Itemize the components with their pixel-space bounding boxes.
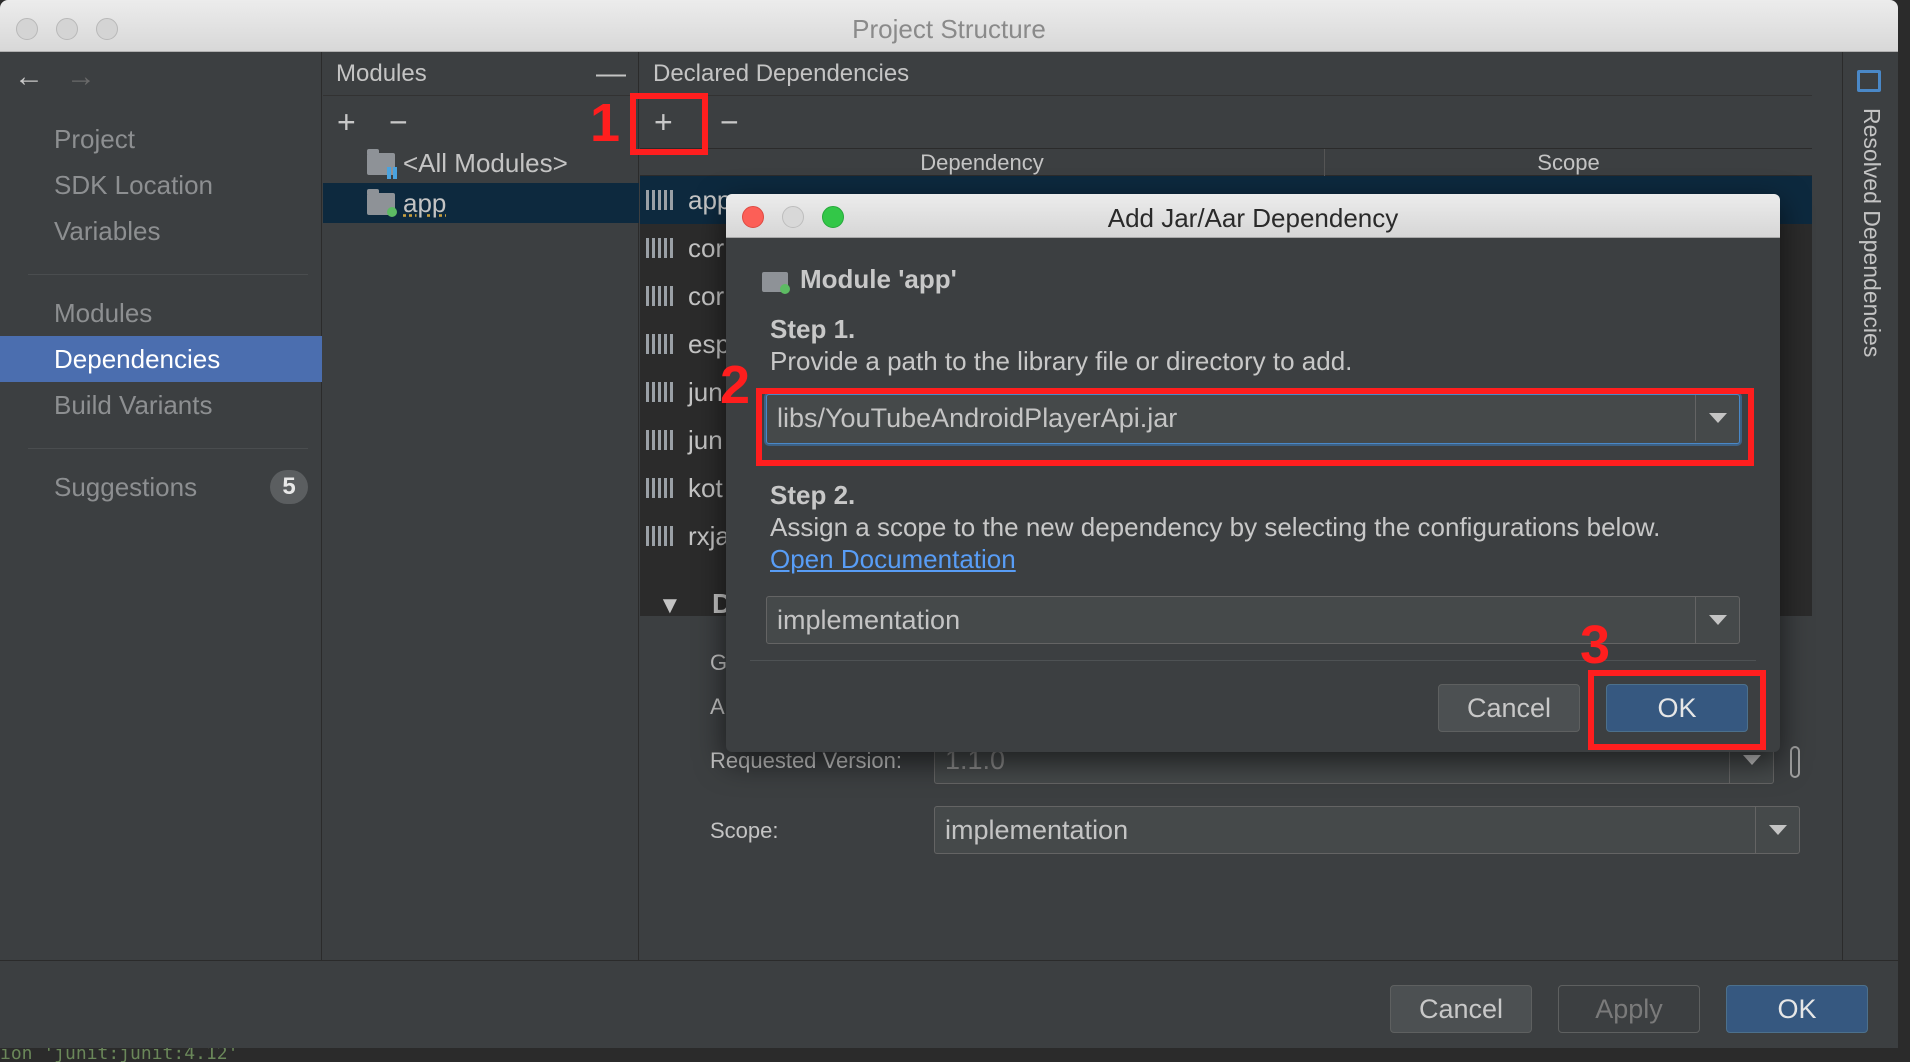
step1-title: Step 1. [770, 314, 856, 344]
modules-folder-icon [367, 149, 399, 179]
module-row-label: <All Modules> [403, 148, 568, 178]
remove-dependency-button[interactable]: − [720, 106, 739, 138]
nav-item-modules[interactable]: Modules [0, 290, 322, 336]
details-group-label: G [710, 650, 728, 675]
annotation-number-2: 2 [720, 355, 751, 415]
dependency-name: cor [688, 281, 725, 311]
module-folder-icon [367, 189, 397, 217]
column-dependency[interactable]: Dependency [640, 149, 1324, 177]
scope-label: Scope: [710, 818, 779, 843]
nav-item-dependencies[interactable]: Dependencies [0, 336, 322, 382]
dialog-title: Add Jar/Aar Dependency [1107, 203, 1399, 233]
library-icon [646, 478, 674, 498]
modules-header-label: Modules [336, 60, 427, 87]
dialog-cancel-button[interactable]: Cancel [1438, 684, 1580, 732]
collapse-panel-icon[interactable]: — [596, 52, 626, 96]
library-icon [646, 286, 674, 306]
suggestions-count-badge: 5 [270, 470, 308, 504]
back-arrow-icon[interactable]: ← [14, 60, 44, 93]
nav-item-project[interactable]: Project [0, 116, 322, 162]
module-row-label: app [403, 188, 447, 218]
dependency-name: app [688, 185, 732, 215]
module-row-app[interactable]: app [323, 183, 639, 223]
dependencies-table-header: Dependency Scope [640, 148, 1812, 177]
resolved-dependencies-icon[interactable] [1857, 70, 1881, 92]
step2-text: Assign a scope to the new dependency by … [770, 512, 1661, 542]
nav-item-sdk-location[interactable]: SDK Location [0, 162, 322, 208]
scope-combo[interactable]: implementation [934, 806, 1800, 854]
declared-dependencies-header: Declared Dependencies [640, 52, 1812, 96]
title-bar: Project Structure [0, 0, 1898, 52]
modules-panel: Modules — + − <All Modules> app [323, 52, 639, 960]
nav-divider [28, 274, 308, 275]
forward-arrow-icon[interactable]: → [66, 60, 96, 93]
open-documentation-link[interactable]: Open Documentation [770, 544, 1016, 575]
step2-title: Step 2. [770, 480, 856, 510]
annotation-number-3: 3 [1580, 615, 1611, 675]
scope-value: implementation [945, 815, 1129, 845]
apply-button[interactable]: Apply [1558, 985, 1700, 1033]
annotation-box-add [630, 93, 708, 155]
library-icon [646, 430, 674, 450]
details-artifact-label: A [710, 694, 725, 719]
scroll-handle[interactable] [1790, 746, 1800, 778]
nav-divider [28, 448, 308, 449]
column-scope[interactable]: Scope [1325, 149, 1812, 177]
dialog-module-label: Module 'app' [800, 264, 957, 294]
remove-module-button[interactable]: − [389, 106, 408, 138]
modules-header: Modules — [323, 52, 638, 96]
details-collapse-toggle-icon[interactable]: ▼ [658, 592, 682, 620]
dependency-name: rxja [688, 521, 730, 551]
add-module-button[interactable]: + [337, 106, 356, 138]
window-title: Project Structure [852, 14, 1046, 44]
annotation-box-ok [1588, 670, 1766, 750]
chevron-down-icon[interactable] [1755, 807, 1799, 853]
footer-bar: Cancel Apply OK [0, 960, 1898, 1048]
nav-item-suggestions[interactable]: Suggestions 5 [0, 464, 322, 510]
dependency-name: kot [688, 473, 723, 503]
dialog-title-bar: Add Jar/Aar Dependency [726, 194, 1780, 238]
resolved-dependencies-tab[interactable]: Resolved Dependencies [1858, 108, 1885, 357]
annotation-box-path [756, 388, 1754, 466]
cancel-button[interactable]: Cancel [1390, 985, 1532, 1033]
step1-text: Provide a path to the library file or di… [770, 346, 1353, 376]
library-icon [646, 382, 674, 402]
nav-item-suggestions-label: Suggestions [54, 472, 198, 502]
library-icon [646, 238, 674, 258]
library-icon [646, 334, 674, 354]
dialog-scope-value: implementation [777, 605, 961, 635]
library-icon [646, 526, 674, 546]
nav-item-variables[interactable]: Variables [0, 208, 322, 254]
left-nav: ← → Project SDK Location Variables Module… [0, 52, 322, 960]
add-jar-aar-dependency-dialog: Add Jar/Aar Dependency Module 'app' Step… [726, 194, 1780, 752]
ok-button[interactable]: OK [1726, 985, 1868, 1033]
dependency-name: cor [688, 233, 725, 263]
chevron-down-icon[interactable] [1695, 597, 1739, 643]
library-icon [646, 190, 674, 210]
console-text: ion 'junit:junit:4.12' [0, 1048, 1910, 1062]
dependency-name: jun [688, 377, 723, 407]
dependency-name: jun [688, 425, 723, 455]
nav-item-build-variants[interactable]: Build Variants [0, 382, 322, 428]
module-folder-icon [762, 272, 790, 294]
nav-arrows: ← → [14, 60, 118, 94]
annotation-number-1: 1 [590, 93, 621, 153]
